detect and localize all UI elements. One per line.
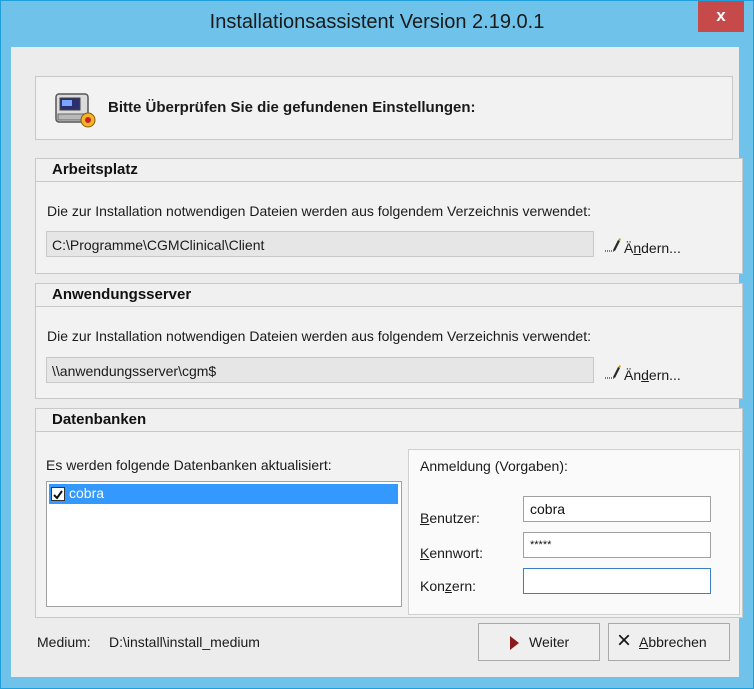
checkbox[interactable] bbox=[51, 487, 65, 501]
change-label: Ä bbox=[624, 240, 634, 256]
login-caption: Anmeldung (Vorgaben): bbox=[420, 458, 568, 474]
group-label: Konzern: bbox=[420, 578, 477, 594]
database-list-caption: Es werden folgende Datenbanken aktualisi… bbox=[46, 457, 332, 473]
change-button[interactable]: Ändern... bbox=[602, 237, 681, 256]
section-title: Anwendungsserver bbox=[52, 286, 192, 303]
cancel-label: bbrechen bbox=[648, 634, 707, 650]
password-label: Kennwort: bbox=[420, 545, 484, 561]
section-header: Anwendungsserver bbox=[36, 284, 742, 307]
list-item-label: cobra bbox=[69, 485, 105, 501]
pencil-icon bbox=[602, 237, 624, 256]
section-description: Die zur Installation notwendigen Dateien… bbox=[47, 328, 591, 344]
change-label-accel: n bbox=[633, 240, 642, 256]
group-input[interactable] bbox=[523, 568, 711, 594]
arrow-right-icon bbox=[510, 636, 519, 650]
section-header: Datenbanken bbox=[36, 409, 742, 432]
header-bar: Bitte Überprüfen Sie die gefundenen Eins… bbox=[35, 76, 733, 140]
printer-settings-icon bbox=[55, 93, 96, 128]
section-anwendungsserver: Anwendungsserver Die zur Installation no… bbox=[35, 283, 743, 399]
section-title: Datenbanken bbox=[52, 411, 147, 428]
list-item[interactable]: cobra bbox=[49, 484, 398, 504]
change-label-accel: d bbox=[641, 367, 649, 383]
section-description: Die zur Installation notwendigen Dateien… bbox=[47, 203, 591, 219]
close-button[interactable]: x bbox=[698, 1, 744, 32]
section-header: Arbeitsplatz bbox=[36, 159, 742, 182]
change-label: Än bbox=[624, 367, 642, 383]
section-arbeitsplatz: Arbeitsplatz Die zur Installation notwen… bbox=[35, 158, 743, 274]
path-field: C:\Programme\CGMClinical\Client bbox=[46, 231, 594, 257]
change-label-rest: ern... bbox=[648, 367, 681, 383]
next-button[interactable]: Weiter bbox=[478, 623, 600, 661]
section-datenbanken: Datenbanken Es werden folgende Datenbank… bbox=[35, 408, 743, 618]
window-title: Installationsassistent Version 2.19.0.1 bbox=[209, 11, 545, 33]
medium-value: D:\install\install_medium bbox=[109, 634, 260, 650]
close-x-icon: × bbox=[617, 627, 632, 654]
section-title: Arbeitsplatz bbox=[52, 161, 138, 178]
change-button[interactable]: Ändern... bbox=[602, 364, 681, 383]
cancel-label-accel: A bbox=[639, 634, 649, 650]
pencil-icon bbox=[602, 364, 624, 383]
path-field: \\anwendungsserver\cgm$ bbox=[46, 357, 594, 383]
header-message: Bitte Überprüfen Sie die gefundenen Eins… bbox=[108, 99, 476, 116]
database-list[interactable]: cobra bbox=[46, 481, 402, 607]
medium-label: Medium: bbox=[37, 634, 91, 650]
user-label: Benutzer: bbox=[420, 510, 480, 526]
user-input[interactable]: cobra bbox=[523, 496, 711, 522]
password-input[interactable]: ***** bbox=[523, 532, 711, 558]
change-label-rest: dern... bbox=[641, 240, 681, 256]
title-bar[interactable]: Installationsassistent Version 2.19.0.1 … bbox=[1, 1, 753, 47]
next-label: Weiter bbox=[529, 634, 570, 650]
login-group: Anmeldung (Vorgaben): Benutzer: cobra Ke… bbox=[408, 449, 740, 615]
cancel-button[interactable]: × Abbrechen bbox=[608, 623, 730, 661]
